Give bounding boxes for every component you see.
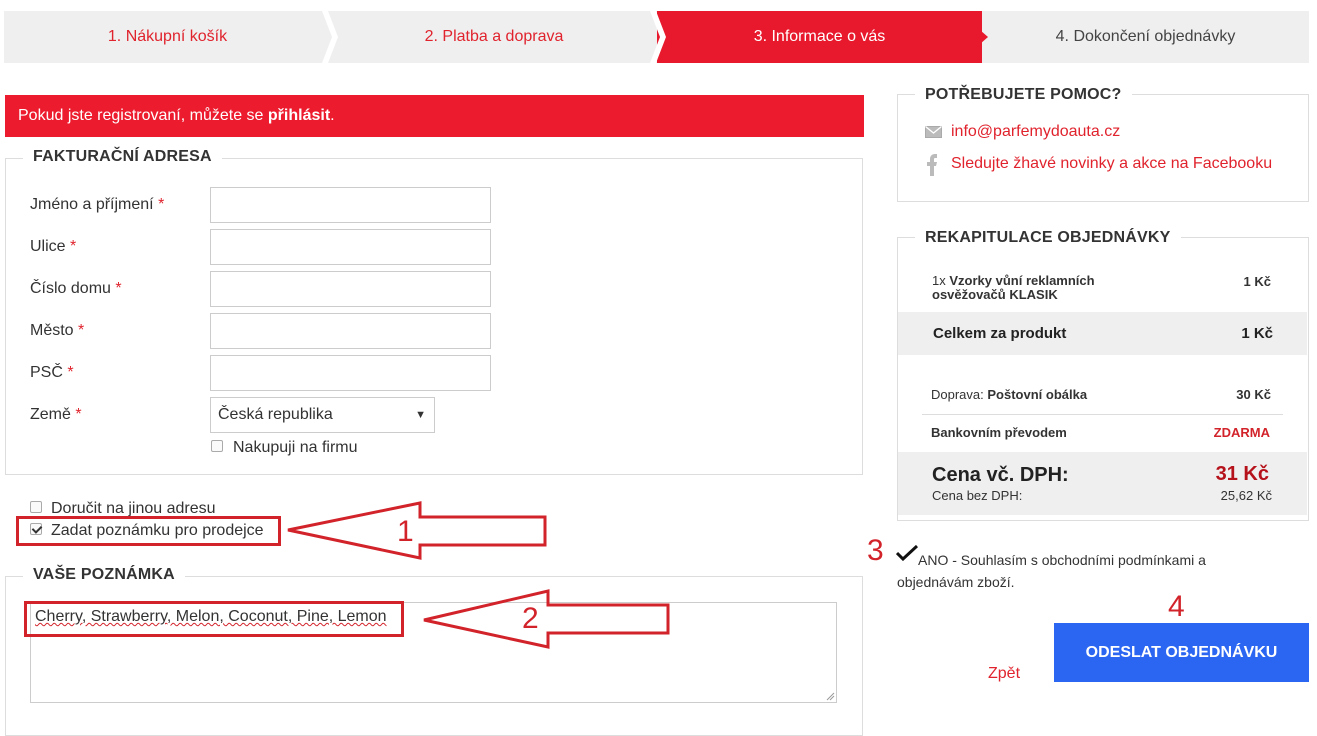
step-finish[interactable]: 4. Dokončení objednávky — [982, 11, 1309, 63]
note-value: Cherry, Strawberry, Melon, Coconut, Pine… — [35, 608, 387, 625]
shipping-row: Doprava: Poštovní obálka — [931, 387, 1087, 402]
product-total-label: Celkem za produkt — [933, 325, 1067, 342]
login-link[interactable]: přihlásit — [268, 107, 330, 124]
zip-label: PSČ * — [30, 364, 74, 381]
step-divider-icon — [322, 11, 338, 63]
total-label: Cena vč. DPH: — [932, 464, 1069, 486]
recap-title: REKAPITULACE OBJEDNÁVKY — [915, 229, 1181, 247]
help-email-link[interactable]: info@parfemydoauta.cz — [951, 123, 1120, 141]
resize-handle-icon[interactable] — [826, 692, 835, 701]
shipping-price: 30 Kč — [1236, 387, 1271, 402]
total-value: 31 Kč — [1215, 463, 1269, 485]
item-name-line2: osvěžovačů KLASIK — [932, 287, 1058, 302]
terms-text: ANO - Souhlasím s obchodními podmínkami … — [897, 549, 1257, 593]
country-select[interactable]: Česká republika ▼ — [210, 397, 435, 433]
payment-label: Bankovním převodem — [931, 425, 1067, 440]
net-value: 25,62 Kč — [1220, 488, 1272, 503]
terms-line1: ANO - Souhlasím s obchodními podmínkami … — [918, 552, 1206, 568]
name-label: Jméno a příjmení * — [30, 196, 165, 213]
shipping-label: Doprava: — [931, 387, 984, 402]
name-input[interactable] — [210, 187, 491, 223]
net-label: Cena bez DPH: — [932, 488, 1023, 503]
shipping-method: Poštovní obálka — [987, 387, 1088, 402]
help-title: POTŘEBUJETE POMOC? — [915, 86, 1132, 104]
annotation-label-4: 4 — [1168, 590, 1185, 623]
company-label: Nakupuji na firmu — [233, 439, 358, 456]
annotation-arrow-1-icon — [287, 501, 547, 560]
country-value: Česká republika — [218, 406, 333, 423]
login-notice-end: . — [330, 107, 335, 124]
item-qty: 1x — [932, 273, 946, 288]
payment-price: ZDARMA — [1213, 425, 1270, 440]
terms-line2: objednávám zboží. — [897, 574, 1015, 590]
submit-order-button[interactable]: ODESLAT OBJEDNÁVKU — [1054, 623, 1309, 682]
billing-title: FAKTURAČNÍ ADRESA — [23, 148, 222, 166]
dropdown-arrow-icon: ▼ — [415, 409, 426, 421]
step-info-label: 3. Informace o vás — [753, 28, 886, 45]
note-checkbox[interactable] — [30, 523, 42, 535]
step-divider-icon — [650, 11, 666, 63]
submit-order-label: ODESLAT OBJEDNÁVKU — [1085, 643, 1278, 661]
zip-input[interactable] — [210, 355, 491, 391]
annotation-label-2: 2 — [522, 602, 539, 635]
house-number-label: Číslo domu * — [30, 280, 122, 297]
step-info[interactable]: 3. Informace o vás — [657, 11, 982, 63]
house-number-input[interactable] — [210, 271, 491, 307]
annotation-label-1: 1 — [397, 515, 414, 548]
annotation-arrow-2-icon — [423, 589, 670, 649]
step-cart[interactable]: 1. Nákupní košík — [4, 11, 331, 63]
street-label: Ulice * — [30, 238, 77, 255]
step-cart-label: 1. Nákupní košík — [107, 28, 228, 45]
item-price: 1 Kč — [1243, 274, 1271, 289]
back-link[interactable]: Zpět — [988, 665, 1020, 683]
recap-item: 1x Vzorky vůní reklamních osvěžovačů KLA… — [932, 274, 1095, 302]
facebook-link[interactable]: Sledujte žhavé novinky a akce na Faceboo… — [951, 155, 1272, 173]
other-address-checkbox[interactable] — [30, 501, 42, 513]
note-title: VAŠE POZNÁMKA — [23, 566, 185, 584]
country-label: Země * — [30, 406, 82, 423]
step-finish-label: 4. Dokončení objednávky — [1055, 28, 1236, 45]
city-label: Město * — [30, 322, 85, 339]
login-notice-text: Pokud jste registrovaní, můžete se — [18, 107, 268, 124]
step-payment[interactable]: 2. Platba a doprava — [331, 11, 657, 63]
company-checkbox[interactable] — [211, 440, 223, 452]
login-notice: Pokud jste registrovaní, můžete se přihl… — [5, 95, 864, 137]
recap-divider — [922, 414, 1283, 415]
help-box — [897, 94, 1309, 202]
item-name-line1: Vzorky vůní reklamních — [949, 273, 1095, 288]
street-input[interactable] — [210, 229, 491, 265]
product-total-value: 1 Kč — [1241, 325, 1273, 342]
note-checkbox-label: Zadat poznámku pro prodejce — [51, 522, 264, 539]
mail-icon — [925, 126, 942, 138]
facebook-icon — [927, 154, 937, 176]
step-arrow-icon — [980, 30, 988, 44]
annotation-label-3: 3 — [867, 534, 884, 567]
city-input[interactable] — [210, 313, 491, 349]
step-payment-label: 2. Platba a doprava — [424, 28, 564, 45]
